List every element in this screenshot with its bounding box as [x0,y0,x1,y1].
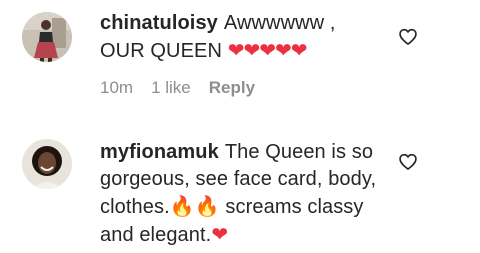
like-button[interactable] [398,152,418,172]
like-button[interactable] [398,27,418,47]
comment-likes[interactable]: 1 like [151,78,191,98]
reply-button[interactable]: Reply [209,78,255,98]
heart-outline-icon [399,153,417,170]
comment-text: chinatuloisy Awwwwww , OUR QUEEN ❤❤❤❤❤ [100,10,400,65]
hearts-emoji: ❤❤❤❤❤ [227,38,308,62]
heart-outline-icon [399,28,417,45]
person-photo-icon [22,139,72,189]
comment-username[interactable]: myfionamuk [100,141,219,163]
person-photo-icon [22,12,72,62]
comment-text: myfionamuk The Queen is so gorgeous, see … [100,139,400,249]
avatar[interactable] [22,12,72,62]
comment-username[interactable]: chinatuloisy [100,12,218,34]
comment-text-line2: OUR QUEEN [100,40,223,62]
comment-text-line1: Awwwwww , [223,12,336,34]
avatar[interactable] [22,139,72,189]
comment-time: 10m [100,78,134,97]
comment-meta: 10m 1 like Reply [100,78,273,98]
fire-emoji: 🔥🔥 [169,194,220,218]
heart-emoji: ❤ [211,222,228,246]
